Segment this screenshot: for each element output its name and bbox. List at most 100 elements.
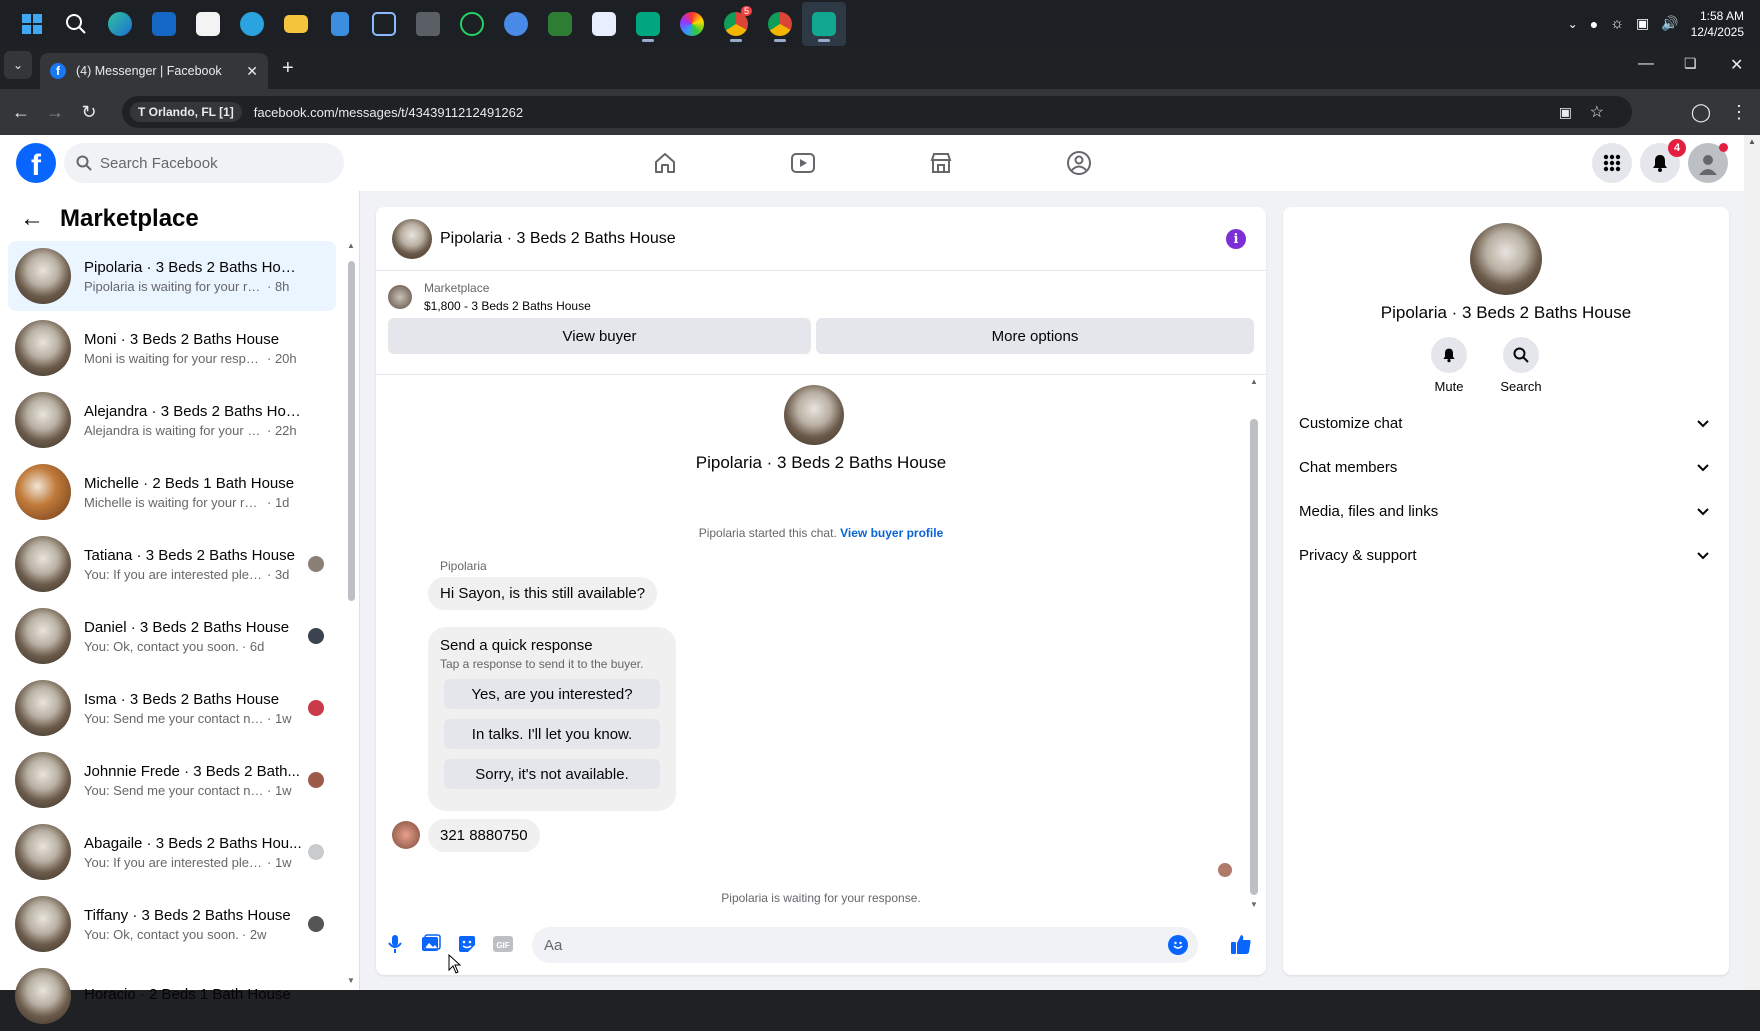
view-buyer-profile-link[interactable]: View buyer profile [840,526,943,540]
chevron-up-icon[interactable]: ⌄ [1568,17,1578,31]
back-arrow-icon[interactable]: ← [20,205,44,233]
listing-price[interactable]: $1,800 - 3 Beds 2 Baths House [424,299,591,313]
browser-menu-icon[interactable]: ⋮ [1722,95,1756,129]
profile-icon[interactable]: ◯ [1684,95,1718,129]
volume-icon[interactable]: 🔊 [1661,15,1678,32]
snipping-icon[interactable] [362,2,406,46]
back-icon[interactable]: ← [4,95,38,129]
chrome-profile-icon[interactable] [494,2,538,46]
info-icon[interactable]: i [1226,229,1246,249]
chat-scrollbar[interactable]: ▲ ▼ [1248,375,1260,911]
scroll-up-icon[interactable]: ▲ [347,241,355,250]
lock-icon[interactable] [538,2,582,46]
chat-members-row[interactable]: Chat members [1299,447,1713,487]
conversation-item[interactable]: Michelle · 2 Beds 1 Bath House Michelle i… [8,457,336,527]
notifications-bell-icon[interactable]: 4 [1640,139,1686,183]
listing-thumbnail[interactable] [388,285,412,309]
groups-icon[interactable] [1063,147,1095,179]
page-scrollbar[interactable]: ▲ [1744,135,1760,990]
file-explorer-icon[interactable] [274,2,318,46]
message-input[interactable]: Aa [532,927,1198,963]
brightness-icon[interactable]: ☼ [1610,15,1624,32]
chat-scroll-down-icon[interactable]: ▼ [1250,900,1258,909]
quick-response-option[interactable]: Sorry, it's not available. [444,759,660,789]
search-in-chat-button[interactable]: Search [1491,337,1551,394]
search-facebook-input[interactable]: Search Facebook [64,143,344,183]
conversation-item[interactable]: Tiffany · 3 Beds 2 Baths House You: Ok, c… [8,889,336,959]
microphone-icon[interactable] [384,933,406,955]
gif-icon[interactable]: GIF [492,933,514,955]
page-scroll-up-icon[interactable]: ▲ [1748,137,1756,146]
edge-icon[interactable] [98,2,142,46]
thread-avatar[interactable] [784,385,844,445]
conversation-item[interactable]: Daniel · 3 Beds 2 Baths House You: Ok, co… [8,601,336,671]
conversation-item[interactable]: Moni · 3 Beds 2 Baths House Moni is waiti… [8,313,336,383]
conversation-item[interactable]: Pipolaria · 3 Beds 2 Baths House Pipolari… [8,241,336,311]
mute-button[interactable]: Mute [1419,337,1479,394]
quick-response-option[interactable]: In talks. I'll let you know. [444,719,660,749]
media-files-links-row[interactable]: Media, files and links [1299,491,1713,531]
conversation-item[interactable]: Tatiana · 3 Beds 2 Baths House You: If yo… [8,529,336,599]
windows-start-icon[interactable] [10,2,54,46]
conversation-item[interactable]: Horacio · 2 Beds 1 Bath House [8,961,336,1031]
app-icon[interactable] [406,2,450,46]
photo-icon[interactable] [420,933,442,955]
customize-chat-row[interactable]: Customize chat [1299,403,1713,443]
chat-scroll-thumb[interactable] [1250,419,1258,895]
sender-avatar[interactable] [392,821,420,849]
like-thumbs-up-icon[interactable] [1230,933,1252,955]
minimize-icon[interactable]: — [1638,55,1654,73]
forward-icon[interactable]: → [38,95,72,129]
whatsapp-icon[interactable] [450,2,494,46]
account-avatar[interactable] [1688,143,1728,183]
conversation-item[interactable]: Isma · 3 Beds 2 Baths House You: Send me … [8,673,336,743]
view-buyer-button[interactable]: View buyer [388,318,811,354]
scroll-down-icon[interactable]: ▼ [347,976,355,985]
tripadvisor-icon[interactable] [626,2,670,46]
chat-scroll-up-icon[interactable]: ▲ [1250,377,1258,386]
home-icon[interactable] [649,147,681,179]
color-wheel-icon[interactable] [670,2,714,46]
more-options-button[interactable]: More options [816,318,1254,354]
browser-tab[interactable]: f (4) Messenger | Facebook ✕ [40,53,268,89]
close-window-icon[interactable]: ✕ [1730,55,1743,75]
store-icon[interactable] [186,2,230,46]
chrome-icon[interactable]: 5 [714,2,758,46]
security-icon[interactable]: ● [1590,16,1598,32]
address-bar[interactable]: T Orlando, FL [1] facebook.com/messages/… [122,96,1632,128]
outlook-icon[interactable] [142,2,186,46]
display-icon[interactable]: ▣ [1636,15,1649,32]
chat-avatar[interactable] [392,218,432,259]
marketplace-icon[interactable] [925,147,957,179]
conversation-item[interactable]: Alejandra · 3 Beds 2 Baths House Alejandr… [8,385,336,455]
reload-icon[interactable]: ↻ [72,95,106,129]
telegram-icon[interactable] [230,2,274,46]
sidebar-scrollbar[interactable]: ▲ [347,241,355,801]
facebook-logo-icon[interactable]: f [16,143,56,183]
restore-icon[interactable]: ❏ [1684,55,1697,72]
search-icon[interactable] [54,2,98,46]
chrome-alt-icon[interactable] [758,2,802,46]
sticker-icon[interactable] [456,933,478,955]
install-icon[interactable]: ▣ [1559,104,1572,121]
quick-response-option[interactable]: Yes, are you interested? [444,679,660,709]
sail-icon[interactable] [582,2,626,46]
new-tab-icon[interactable]: + [282,57,294,80]
active-app-icon[interactable] [802,1,846,46]
emoji-icon[interactable] [1168,935,1188,955]
tab-list-icon[interactable]: ⌄ [4,51,32,79]
location-chip[interactable]: T Orlando, FL [1] [130,102,242,122]
contact-avatar[interactable] [1470,223,1542,295]
sidebar-scroll-thumb[interactable] [348,261,355,601]
notes-icon[interactable] [318,2,362,46]
chat-title[interactable]: Pipolaria · 3 Beds 2 Baths House [440,230,676,248]
phone-message[interactable]: 321 8880750 [428,819,540,852]
clock[interactable]: 1:58 AM 12/4/2025 [1691,8,1744,40]
privacy-support-row[interactable]: Privacy & support [1299,535,1713,575]
close-tab-icon[interactable]: ✕ [246,63,258,80]
conversation-item[interactable]: Johnnie Frede · 3 Beds 2 Bath... You: Sen… [8,745,336,815]
conversation-item[interactable]: Abagaile · 3 Beds 2 Baths Hou... You: If … [8,817,336,887]
bookmark-star-icon[interactable]: ☆ [1590,102,1604,122]
incoming-message[interactable]: Hi Sayon, is this still available? [428,577,658,610]
video-icon[interactable] [787,147,819,179]
